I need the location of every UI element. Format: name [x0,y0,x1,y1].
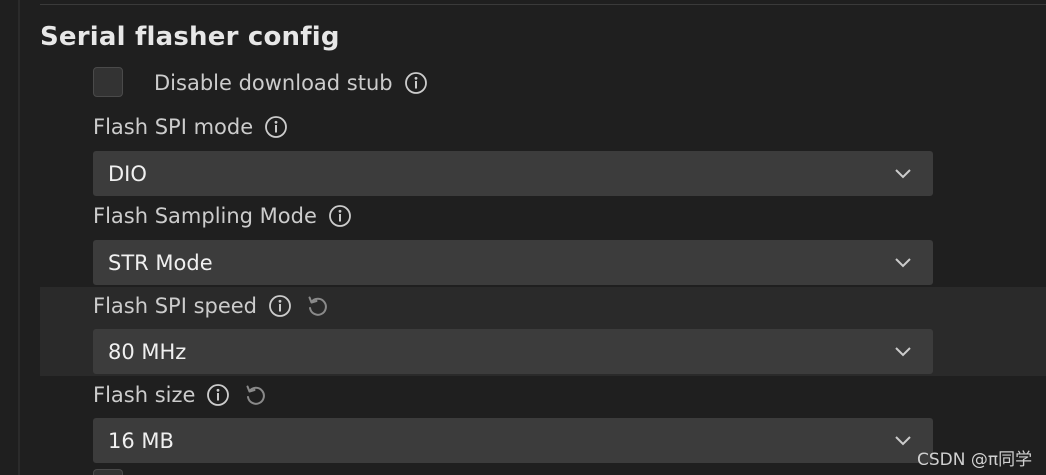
flash-sampling-mode-value: STR Mode [108,251,213,275]
disable-download-stub-setting: Disable download stub [154,71,428,95]
flash-size-setting: Flash size [93,382,268,408]
flash-spi-speed-dropdown[interactable]: 80 MHz [93,329,933,374]
next-setting-checkbox[interactable] [93,469,123,475]
info-icon[interactable] [404,71,428,95]
flash-spi-mode-dropdown[interactable]: DIO [93,151,933,196]
section-divider [40,4,1046,5]
disable-download-stub-label: Disable download stub [154,71,393,95]
section-indent-rule [18,0,20,475]
section-title: Serial flasher config [40,22,340,52]
flash-spi-mode-label: Flash SPI mode [93,115,254,139]
flash-sampling-mode-label: Flash Sampling Mode [93,204,317,228]
flash-sampling-mode-dropdown[interactable]: STR Mode [93,240,933,285]
info-icon[interactable] [206,383,230,407]
chevron-down-icon [892,430,914,452]
disable-download-stub-checkbox[interactable] [93,67,123,97]
info-icon[interactable] [264,115,288,139]
flash-size-value: 16 MB [108,429,174,453]
flash-spi-speed-value: 80 MHz [108,340,187,364]
flash-size-label: Flash size [93,383,196,407]
chevron-down-icon [892,252,914,274]
reset-icon[interactable] [304,293,330,319]
flash-spi-mode-setting: Flash SPI mode [93,115,288,139]
chevron-down-icon [892,163,914,185]
flash-spi-speed-label: Flash SPI speed [93,294,258,318]
settings-page: Serial flasher config Disable download s… [0,0,1046,475]
reset-icon[interactable] [242,382,268,408]
info-icon[interactable] [268,294,292,318]
flash-spi-speed-setting: Flash SPI speed [93,293,330,319]
watermark: CSDN @π同学 [917,450,1033,470]
info-icon[interactable] [328,204,352,228]
chevron-down-icon [892,341,914,363]
flash-spi-mode-value: DIO [108,162,147,186]
flash-size-dropdown[interactable]: 16 MB [93,418,933,463]
flash-sampling-mode-setting: Flash Sampling Mode [93,204,352,228]
